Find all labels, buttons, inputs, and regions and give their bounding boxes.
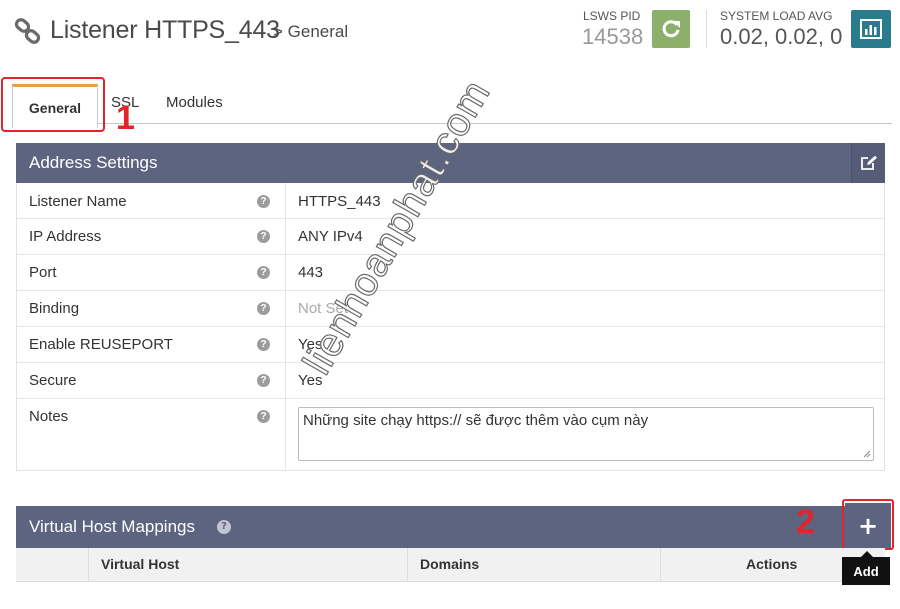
notes-text: Những site chạy https:// sẽ được thêm và…	[303, 412, 649, 429]
virtual-host-table-header: Virtual Host Domains Actions	[16, 548, 885, 582]
column-divider	[407, 548, 408, 582]
notes-textarea[interactable]: Những site chạy https:// sẽ được thêm và…	[298, 407, 874, 461]
help-icon[interactable]: ?	[257, 230, 270, 243]
link-icon	[14, 18, 41, 44]
load-label: SYSTEM LOAD AVG	[720, 9, 833, 23]
annotation-box-1	[1, 77, 105, 132]
system-status-button[interactable]	[851, 10, 891, 48]
help-icon[interactable]: ?	[257, 374, 270, 387]
column-header-domains: Domains	[420, 556, 480, 572]
table-row: Binding ? Not Set	[17, 291, 884, 327]
load-value: 0.02, 0.02, 0	[720, 24, 843, 49]
column-header-virtual-host: Virtual Host	[101, 556, 180, 572]
help-icon[interactable]: ?	[217, 520, 231, 534]
restart-button[interactable]	[652, 10, 690, 48]
row-value: HTTPS_443	[298, 193, 381, 210]
address-settings-table: Listener Name ? HTTPS_443 IP Address ? A…	[16, 183, 885, 471]
row-label: Binding	[29, 300, 80, 317]
column-header-actions: Actions	[746, 556, 798, 572]
row-value: 443	[298, 264, 324, 281]
row-label: Listener Name	[29, 193, 127, 210]
column-divider	[88, 548, 89, 582]
breadcrumb: > General	[273, 22, 349, 41]
annotation-box-2	[842, 499, 894, 550]
virtual-host-mappings-header: Virtual Host Mappings ?	[16, 506, 885, 548]
table-row: Enable REUSEPORT ? Yes	[17, 327, 884, 363]
row-label: Enable REUSEPORT	[29, 336, 173, 353]
row-label: Port	[29, 264, 57, 281]
row-label: Notes	[29, 408, 69, 425]
resize-handle-icon[interactable]	[863, 450, 871, 458]
table-row: Secure ? Yes	[17, 363, 884, 399]
page-title: Listener HTTPS_443	[50, 16, 280, 44]
pid-value: 14538	[582, 24, 644, 49]
header-divider	[706, 10, 707, 48]
annotation-number-2: 2	[796, 503, 815, 541]
tab-modules[interactable]: Modules	[166, 94, 223, 111]
row-value: ANY IPv4	[298, 228, 363, 245]
restart-icon	[662, 20, 680, 38]
virtual-host-mappings-title: Virtual Host Mappings	[29, 517, 195, 536]
annotation-number-1: 1	[116, 99, 135, 137]
table-row: IP Address ? ANY IPv4	[17, 219, 884, 255]
address-settings-title: Address Settings	[29, 153, 158, 172]
chart-icon	[860, 19, 882, 39]
column-divider	[660, 548, 661, 582]
table-row: Port ? 443	[17, 255, 884, 291]
table-row: Listener Name ? HTTPS_443	[17, 183, 884, 219]
help-icon[interactable]: ?	[257, 266, 270, 279]
help-icon[interactable]: ?	[257, 195, 270, 208]
edit-icon	[860, 155, 877, 170]
help-icon[interactable]: ?	[257, 410, 270, 423]
pid-label: LSWS PID	[583, 9, 641, 23]
add-tooltip: Add	[842, 557, 890, 585]
help-icon[interactable]: ?	[257, 338, 270, 351]
row-value: Yes	[298, 372, 323, 389]
row-label: Secure	[29, 372, 77, 389]
help-icon[interactable]: ?	[257, 302, 270, 315]
row-label: IP Address	[29, 228, 102, 245]
edit-button[interactable]	[851, 143, 885, 183]
